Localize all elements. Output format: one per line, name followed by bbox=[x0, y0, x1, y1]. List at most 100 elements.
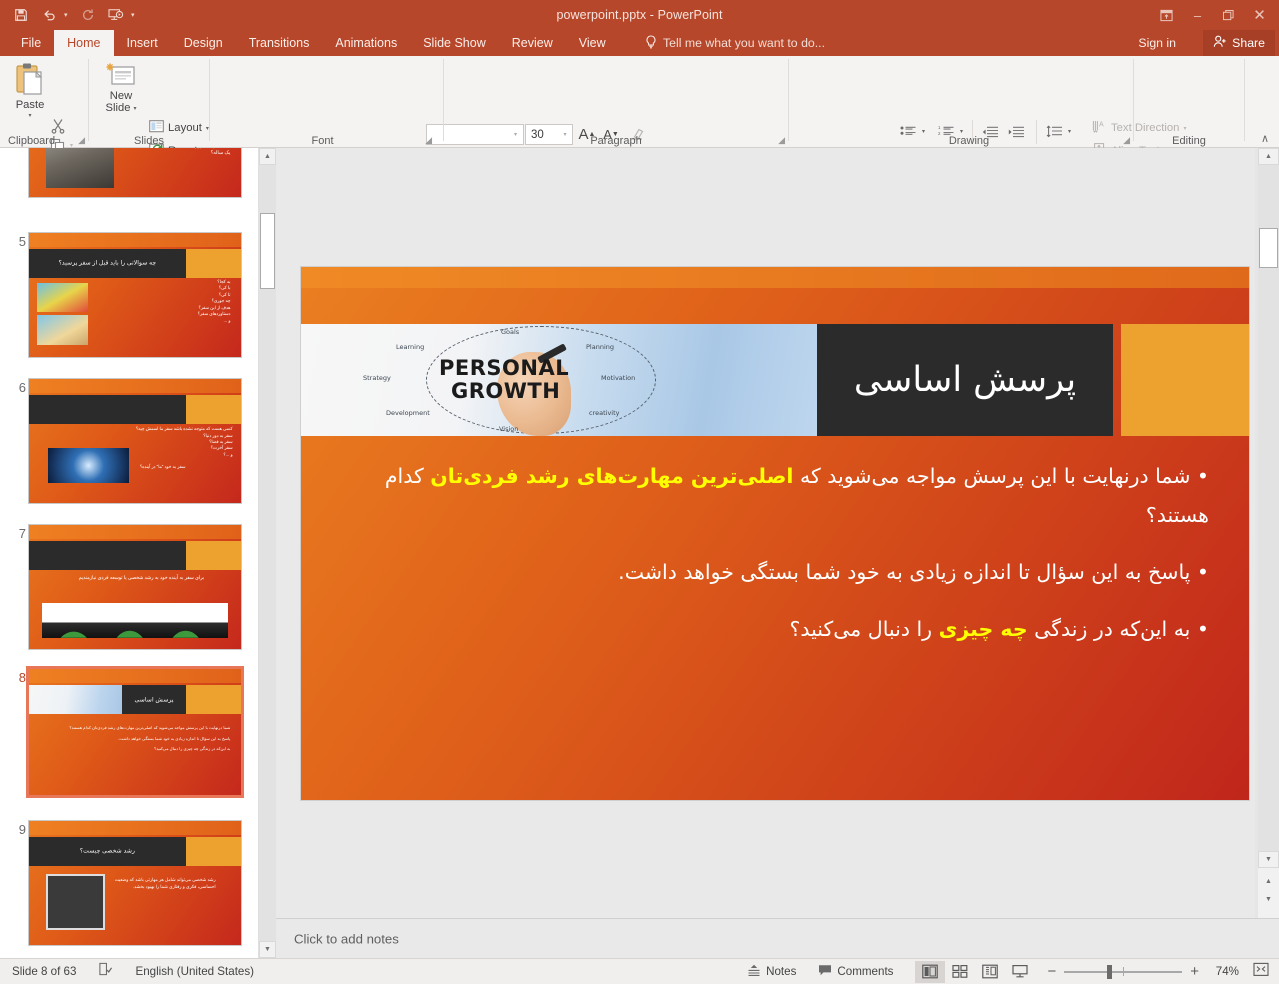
mini-body: رشد شخصی می‌تواند شامل هر مهارتی باشد که… bbox=[114, 876, 216, 890]
slide-title-placeholder[interactable]: پرسش اساسی bbox=[817, 324, 1113, 436]
mini-slide: برای سفر به آینده خود به رشد شخصی یا توس… bbox=[29, 525, 241, 649]
tell-me-search[interactable]: Tell me what you want to do... bbox=[645, 30, 825, 56]
notes-pane[interactable]: Click to add notes bbox=[276, 918, 1279, 958]
language-indicator[interactable]: English (United States) bbox=[135, 965, 254, 978]
thumbnail-scroll-down-icon[interactable]: ▼ bbox=[259, 941, 276, 958]
slides-group-label: Slides bbox=[89, 135, 209, 147]
zoom-out-button[interactable]: − bbox=[1047, 963, 1056, 980]
mini-bullet: شما درنهایت با این پرسش مواجه می‌شوید که… bbox=[40, 724, 231, 731]
tab-insert[interactable]: Insert bbox=[114, 30, 171, 56]
normal-view-button[interactable] bbox=[915, 961, 945, 983]
close-icon[interactable]: ✕ bbox=[1244, 2, 1275, 28]
thumbnail-item-6[interactable]: 6 کسی هست که متوجه نشده باشه سفر ما اسمش… bbox=[0, 378, 258, 520]
reading-view-button[interactable] bbox=[975, 961, 1005, 983]
next-slide-icon[interactable]: ▼ bbox=[1258, 891, 1279, 908]
save-icon[interactable] bbox=[8, 2, 34, 28]
tab-view[interactable]: View bbox=[566, 30, 619, 56]
ribbon-display-options-icon[interactable] bbox=[1151, 2, 1182, 28]
undo-icon[interactable] bbox=[36, 2, 62, 28]
thumbnail-scroll-thumb[interactable] bbox=[260, 213, 275, 289]
clipboard-dialog-launcher[interactable]: ◢ bbox=[78, 135, 85, 146]
tab-slide-show[interactable]: Slide Show bbox=[410, 30, 499, 56]
drawing-dialog-launcher[interactable]: ◢ bbox=[1123, 135, 1130, 146]
thumbnail-item-5[interactable]: 5 چه سوالاتی را باید قبل از سفر پرسید؟ ب… bbox=[0, 232, 258, 374]
slide-show-view-button[interactable] bbox=[1005, 961, 1035, 983]
slide-scroll-up-icon[interactable]: ▲ bbox=[1258, 148, 1279, 165]
tab-animations[interactable]: Animations bbox=[322, 30, 410, 56]
notes-button[interactable]: Notes bbox=[747, 964, 796, 980]
mini-slide: پرسش اساسی شما درنهایت با این پرسش مواجه… bbox=[29, 669, 241, 795]
slide-bullet-1: • شما درنهایت با این پرسش مواجه می‌شوید … bbox=[341, 457, 1209, 535]
ribbon-tabs: File Home Insert Design Transitions Anim… bbox=[8, 30, 619, 56]
mini-titlebar: پرسش اساسی bbox=[122, 685, 186, 714]
cut-button[interactable] bbox=[46, 116, 70, 136]
zoom-level-label[interactable]: 74% bbox=[1207, 965, 1239, 978]
thumbnail-scroll-up-icon[interactable]: ▲ bbox=[259, 148, 276, 165]
thumbnail-scrollbar[interactable]: ▲ ▼ bbox=[258, 148, 275, 958]
paste-dropdown-caret[interactable]: ▾ bbox=[28, 112, 31, 119]
paragraph-dialog-launcher[interactable]: ◢ bbox=[778, 135, 785, 146]
slide-sorter-view-button[interactable] bbox=[945, 961, 975, 983]
mini-titlebar: چه سوالاتی را باید قبل از سفر پرسید؟ bbox=[29, 249, 186, 278]
slide-editing-area[interactable]: PERSONAL GROWTH Goals Planning Motivatio… bbox=[276, 148, 1255, 918]
tab-transitions[interactable]: Transitions bbox=[236, 30, 323, 56]
ribbon-group-clipboard: Paste ▾ ▾ Clipboard ◢ bbox=[0, 56, 88, 148]
zoom-controls[interactable]: − + 74% bbox=[1047, 962, 1279, 982]
thumbnail-item-8[interactable]: 8 پرسش اساسی شما درنهایت با این پرسش موا… bbox=[0, 666, 258, 816]
slide-scroll-thumb[interactable] bbox=[1259, 228, 1278, 268]
tab-file[interactable]: File bbox=[8, 30, 54, 56]
thumbnail-slide-7[interactable]: برای سفر به آینده خود به رشد شخصی یا توس… bbox=[28, 524, 242, 650]
slide-top-stripe bbox=[301, 267, 1249, 288]
tab-home[interactable]: Home bbox=[54, 30, 113, 56]
minimize-icon[interactable]: – bbox=[1182, 2, 1213, 28]
fit-slide-to-window-icon[interactable] bbox=[1253, 962, 1269, 982]
font-dialog-launcher[interactable]: ◢ bbox=[425, 135, 432, 146]
restore-icon[interactable] bbox=[1213, 2, 1244, 28]
image-label-strategy: Strategy bbox=[363, 374, 391, 382]
comments-button[interactable]: Comments bbox=[818, 964, 893, 980]
previous-slide-icon[interactable]: ▲ bbox=[1258, 873, 1279, 890]
notes-placeholder: Click to add notes bbox=[294, 931, 399, 946]
current-slide[interactable]: PERSONAL GROWTH Goals Planning Motivatio… bbox=[301, 267, 1249, 800]
sign-in-button[interactable]: Sign in bbox=[1138, 30, 1176, 56]
thumbnail-slide-4[interactable]: بیایید؟ یک سفر هفت روزه چطور؟ یک سفر سی … bbox=[28, 148, 242, 198]
collapse-ribbon-button[interactable]: ∧ bbox=[1261, 132, 1269, 145]
paragraph-group-label: Paragraph bbox=[444, 135, 788, 147]
thumbnail-item-4[interactable]: 4 بیایید؟ یک سفر هفت روزه چطور؟ یک سفر س… bbox=[0, 148, 258, 218]
slide-scroll-down-icon[interactable]: ▼ bbox=[1258, 851, 1279, 868]
image-label-planning: Planning bbox=[586, 343, 614, 351]
thumbnail-slide-5[interactable]: چه سوالاتی را باید قبل از سفر پرسید؟ به … bbox=[28, 232, 242, 358]
paste-button[interactable]: Paste ▾ bbox=[6, 62, 54, 119]
thumbnail-slide-8-selected[interactable]: پرسش اساسی شما درنهایت با این پرسش مواجه… bbox=[26, 666, 244, 798]
start-presentation-icon[interactable] bbox=[103, 2, 129, 28]
customize-qat-caret[interactable]: ▾ bbox=[131, 11, 140, 19]
thumbnail-number: 7 bbox=[8, 526, 26, 541]
slide-image-personal-growth[interactable]: PERSONAL GROWTH Goals Planning Motivatio… bbox=[301, 324, 817, 436]
slide-bullet-3: • به این‌که در زندگی چه چیزی را دنبال می… bbox=[341, 610, 1209, 649]
notes-icon bbox=[747, 964, 761, 980]
clipboard-group-label: Clipboard bbox=[8, 135, 55, 147]
slide-counter[interactable]: Slide 8 of 63 bbox=[12, 965, 76, 978]
tab-design[interactable]: Design bbox=[171, 30, 236, 56]
image-label-development: Development bbox=[386, 409, 430, 417]
zoom-slider[interactable] bbox=[1064, 965, 1182, 979]
thumbnail-number: 9 bbox=[8, 822, 26, 837]
new-slide-button[interactable]: New Slide ▾ bbox=[97, 62, 145, 114]
slide-area-scrollbar[interactable]: ▲ ▼ ▲ ▼ bbox=[1258, 148, 1279, 918]
thumbnail-slide-6[interactable]: کسی هست که متوجه نشده باشه سفر ما اسمش چ… bbox=[28, 378, 242, 504]
redo-icon[interactable] bbox=[75, 2, 101, 28]
thumbnail-item-7[interactable]: 7 برای سفر به آینده خود به رشد شخصی یا ت… bbox=[0, 524, 258, 666]
window-controls: – ✕ bbox=[1151, 0, 1275, 30]
undo-dropdown-caret[interactable]: ▾ bbox=[64, 11, 73, 19]
zoom-slider-handle[interactable] bbox=[1107, 965, 1112, 979]
thumbnail-slide-9[interactable]: رشد شخصی چیست؟ رشد شخصی می‌تواند شامل هر… bbox=[28, 820, 242, 946]
new-slide-dropdown-caret[interactable]: ▾ bbox=[133, 105, 136, 112]
thumbnail-item-9[interactable]: 9 رشد شخصی چیست؟ رشد شخصی می‌تواند شامل … bbox=[0, 820, 258, 958]
slide-thumbnail-panel[interactable]: 4 بیایید؟ یک سفر هفت روزه چطور؟ یک سفر س… bbox=[0, 148, 258, 958]
share-button[interactable]: Share bbox=[1203, 30, 1275, 56]
slide-body-placeholder[interactable]: • شما درنهایت با این پرسش مواجه می‌شوید … bbox=[341, 457, 1209, 667]
spell-check-icon[interactable] bbox=[98, 962, 113, 981]
zoom-in-button[interactable]: + bbox=[1190, 963, 1199, 980]
mini-image bbox=[42, 603, 229, 638]
tab-review[interactable]: Review bbox=[499, 30, 566, 56]
